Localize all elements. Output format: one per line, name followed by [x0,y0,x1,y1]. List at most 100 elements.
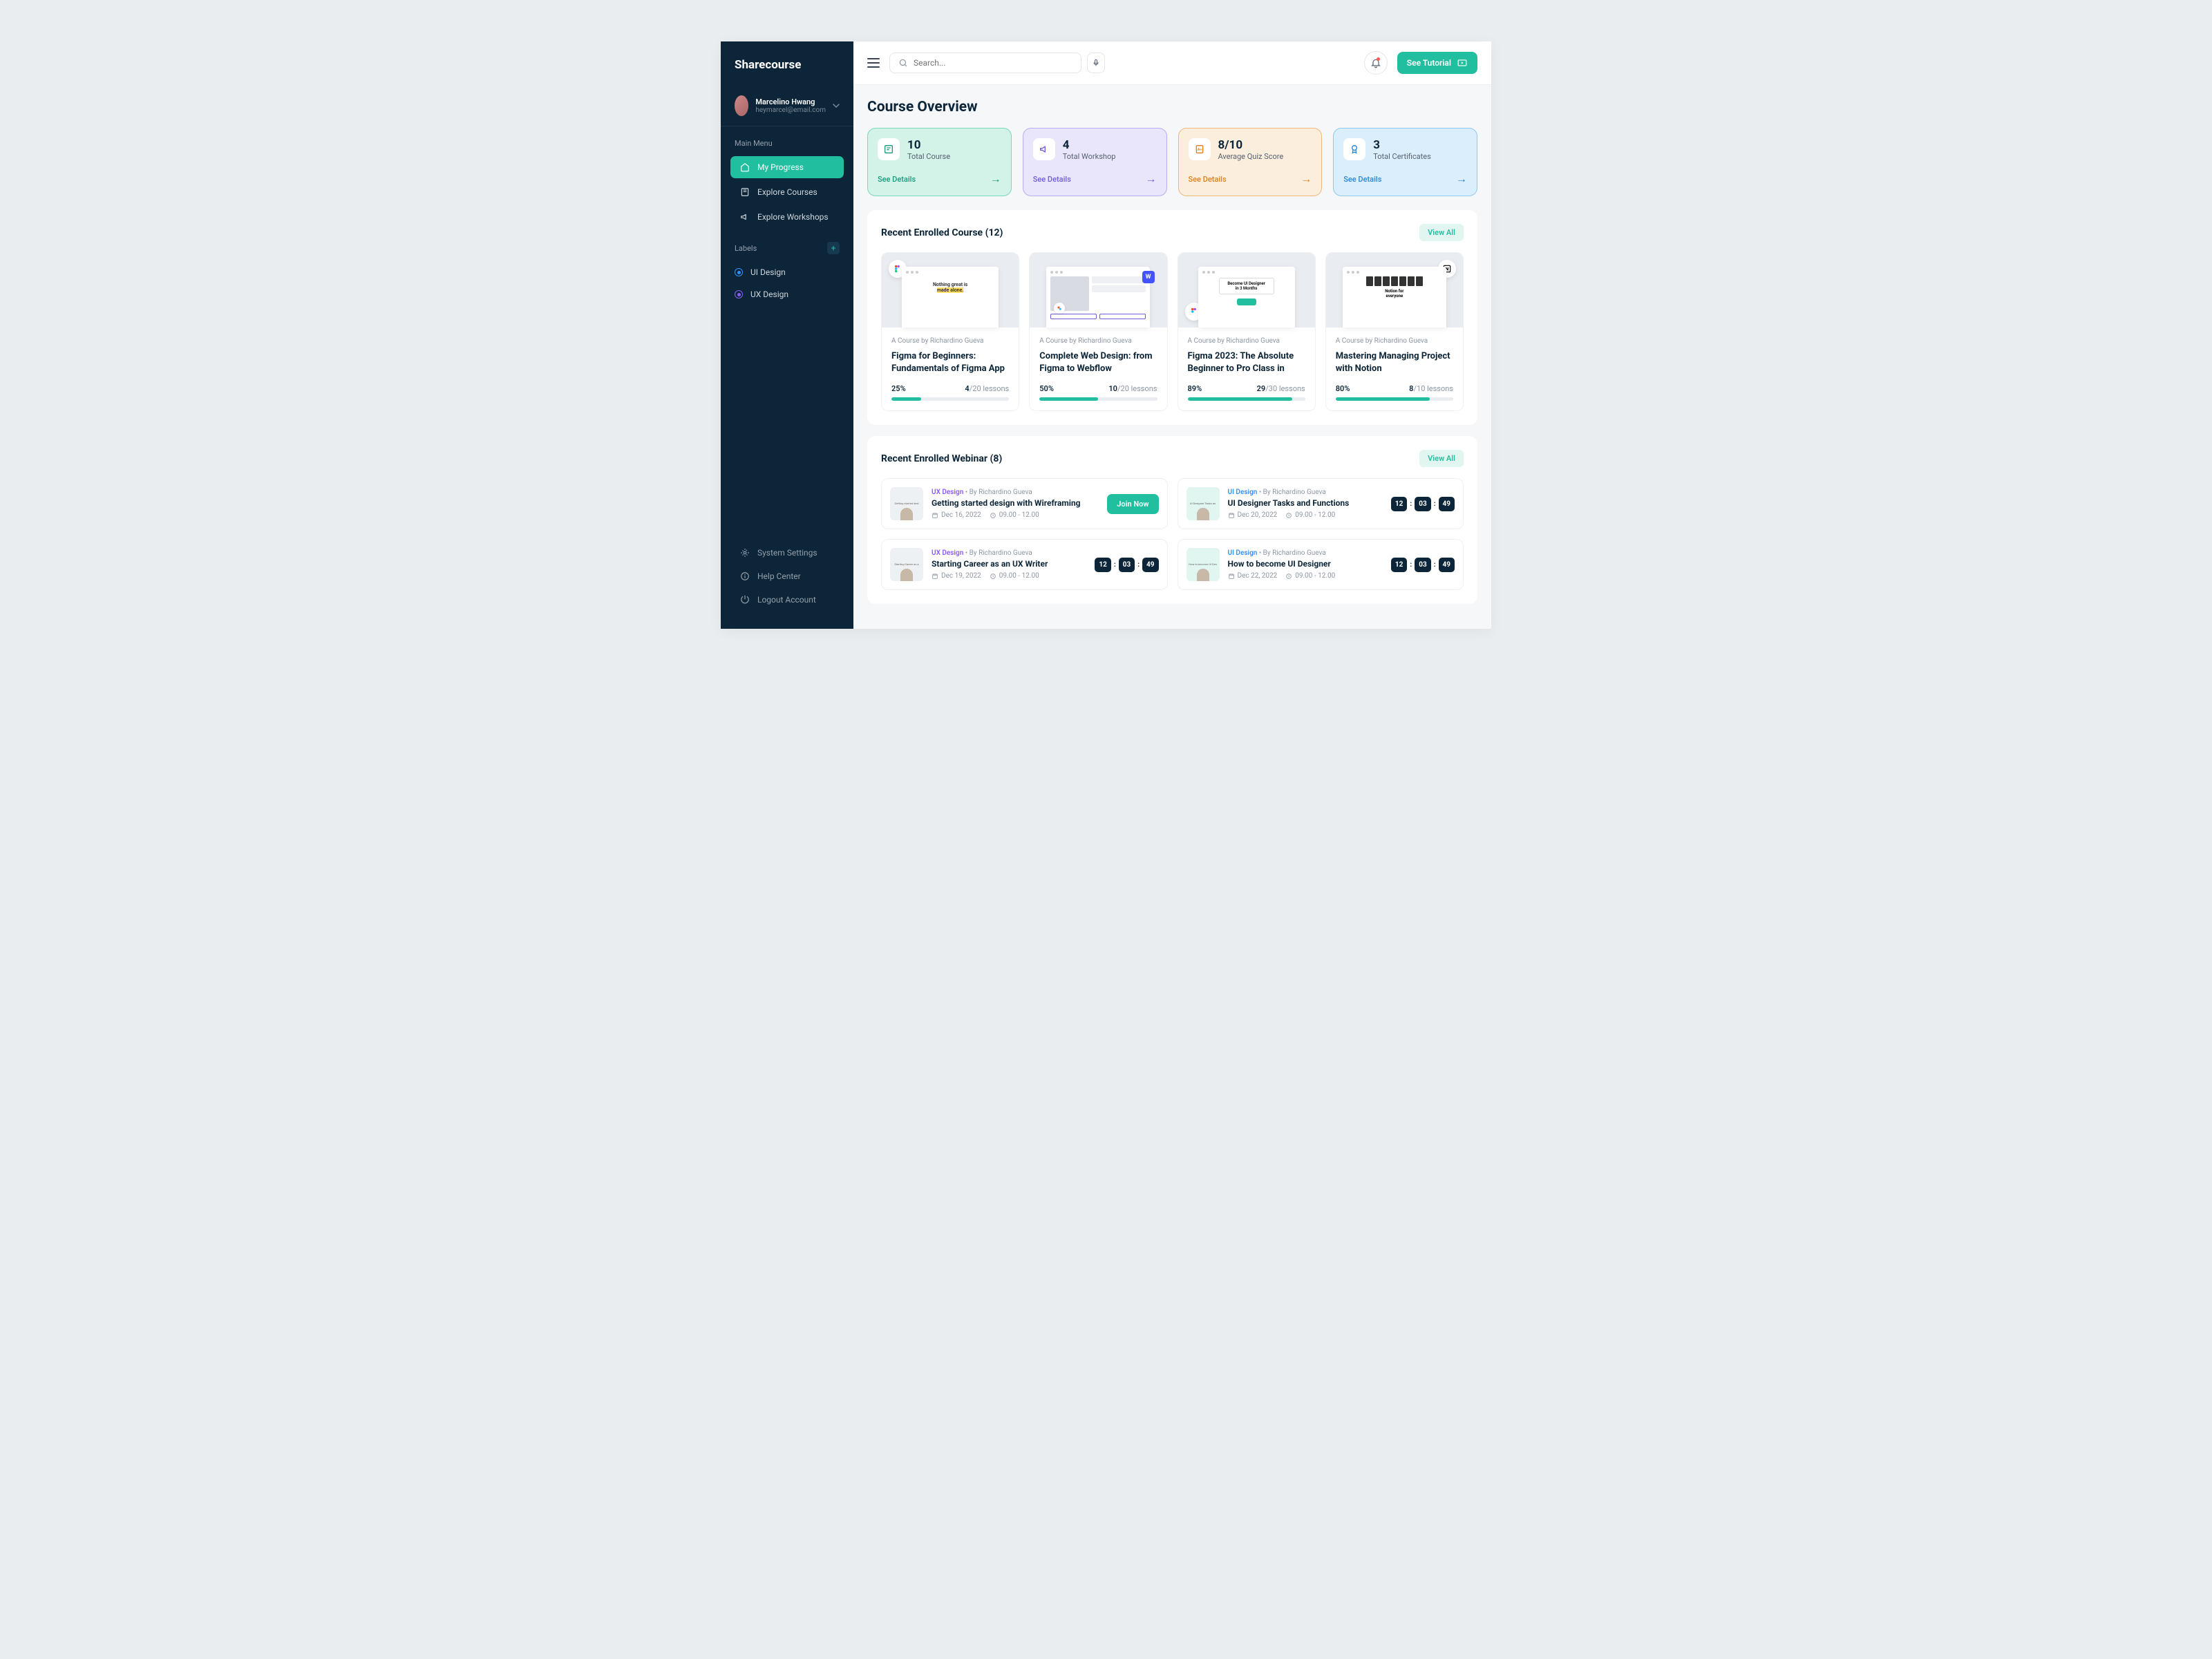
nav-label: My Progress [757,162,804,172]
progress-bar [891,397,1009,401]
progress-lessons: 10/20 lessons [1108,384,1157,393]
calendar-icon [1228,512,1235,519]
play-icon [1457,58,1468,68]
join-now-button[interactable]: Join Now [1107,494,1158,514]
course-title: Mastering Managing Project with Notion [1336,350,1453,375]
webinar-author: • By Richardino Gueva [1259,549,1326,557]
see-details-link[interactable]: See Details [1189,175,1227,184]
label-ui-design[interactable]: UI Design [721,261,853,283]
notifications-button[interactable] [1364,51,1388,75]
stat-value: 8/10 [1218,138,1284,152]
page-title: Course Overview [867,99,1477,115]
profile-card[interactable]: Marcelino Hwang heymarcel@email.com [721,86,853,126]
webinar-card[interactable]: Starting Career as a UX Design • By Rich… [881,539,1168,590]
see-tutorial-button[interactable]: See Tutorial [1397,52,1477,74]
webinar-card[interactable]: UI Designer Tasks an UI Design • By Rich… [1178,478,1464,529]
nav-my-progress[interactable]: My Progress [730,156,844,178]
nav-explore-workshops[interactable]: Explore Workshops [730,206,844,228]
notification-dot [1377,57,1380,61]
add-label-button[interactable]: + [827,242,840,254]
webinar-category: UI Design [1228,549,1258,557]
view-all-courses[interactable]: View All [1419,224,1464,241]
see-details-link[interactable]: See Details [1033,175,1071,184]
course-card[interactable]: W A Course by Richardino Gueva Complete … [1029,252,1167,411]
label-dot-icon [735,290,743,298]
stat-avg-quiz[interactable]: A+ 8/10Average Quiz Score See Details→ [1178,128,1323,196]
avatar [735,95,748,116]
progress-bar [1336,397,1453,401]
course-card[interactable]: Become UI Designerin 3 Months A Course b… [1178,252,1316,411]
arrow-right-icon: → [1301,172,1312,186]
stat-value: 10 [907,138,950,152]
certificate-icon [1343,138,1365,160]
webinar-time: 09.00 - 12.00 [1285,572,1335,580]
webinar-title: How to become UI Designer [1228,559,1383,569]
course-author: A Course by Richardino Gueva [1039,337,1157,345]
calendar-icon [932,512,938,519]
sidebar: Sharecourse Marcelino Hwang heymarcel@em… [721,41,853,629]
webinar-card[interactable]: How to become UI Des UI Design • By Rich… [1178,539,1464,590]
main-menu-label: Main Menu [721,126,853,155]
search-input-wrapper[interactable] [889,53,1081,73]
progress-percent: 89% [1188,384,1202,393]
stats-row: 10Total Course See Details → 4Total Works… [867,128,1477,196]
stat-label: Total Course [907,152,950,161]
quiz-icon: A+ [1189,138,1211,160]
webinar-date: Dec 19, 2022 [932,572,981,580]
course-thumbnail: Become UI Designerin 3 Months [1178,253,1315,328]
arrow-right-icon: → [990,172,1001,186]
search-input[interactable] [914,58,1072,68]
clock-icon [1285,512,1292,519]
nav-logout[interactable]: Logout Account [730,589,844,611]
see-details-link[interactable]: See Details [878,175,916,184]
stat-total-course[interactable]: 10Total Course See Details → [867,128,1012,196]
arrow-right-icon: → [1456,172,1467,186]
webinar-title: Getting started design with Wireframing [932,498,1099,508]
webinar-author: • By Richardino Gueva [1259,489,1326,496]
label-text: UI Design [750,267,786,277]
webinar-card[interactable]: Getting started desi UX Design • By Rich… [881,478,1168,529]
panel-title: Recent Enrolled Webinar (8) [881,453,1002,464]
hamburger-icon[interactable] [867,58,880,68]
course-card[interactable]: NNotion foreveryone A Course by Richardi… [1325,252,1464,411]
webinar-thumbnail: Getting started desi [890,487,923,520]
nav-explore-courses[interactable]: Explore Courses [730,181,844,203]
course-card[interactable]: Nothing great ismade alone. A Course by … [881,252,1019,411]
countdown: 12:03:49 [1095,558,1158,572]
clock-icon [990,573,996,580]
course-thumbnail: Nothing great ismade alone. [882,253,1019,328]
course-thumbnail: W [1030,253,1166,328]
labels-header: Labels [735,244,757,253]
nav-label: Logout Account [757,595,816,605]
nav-label: Explore Workshops [757,212,829,222]
nav-system-settings[interactable]: System Settings [730,542,844,564]
webinar-thumbnail: UI Designer Tasks an [1187,487,1220,520]
home-icon [740,162,750,172]
webinar-title: Starting Career as an UX Writer [932,559,1086,569]
main-content: See Tutorial Course Overview 10Total Cou… [853,41,1491,629]
chevron-down-icon [833,104,840,108]
webinar-date: Dec 16, 2022 [932,511,981,519]
see-details-link[interactable]: See Details [1343,175,1381,184]
view-all-webinars[interactable]: View All [1419,450,1464,467]
clock-icon [1285,573,1292,580]
webinar-category: UI Design [1228,489,1258,496]
webinar-time: 09.00 - 12.00 [1285,511,1335,519]
workshop-icon [1033,138,1055,160]
label-ux-design[interactable]: UX Design [721,283,853,305]
panel-title: Recent Enrolled Course (12) [881,227,1003,238]
stat-total-workshop[interactable]: 4Total Workshop See Details→ [1023,128,1167,196]
book-icon [740,187,750,197]
webinar-author: • By Richardino Gueva [965,549,1032,557]
course-author: A Course by Richardino Gueva [891,337,1009,345]
stat-certificates[interactable]: 3Total Certificates See Details→ [1333,128,1477,196]
power-icon [740,595,750,605]
progress-bar [1039,397,1157,401]
label-dot-icon [735,268,743,276]
mic-button[interactable] [1087,53,1105,73]
recent-courses-panel: Recent Enrolled Course (12) View All Not… [867,210,1477,425]
nav-help-center[interactable]: Help Center [730,565,844,587]
label-text: UX Design [750,290,788,299]
progress-lessons: 8/10 lessons [1409,384,1453,393]
calendar-icon [932,573,938,580]
